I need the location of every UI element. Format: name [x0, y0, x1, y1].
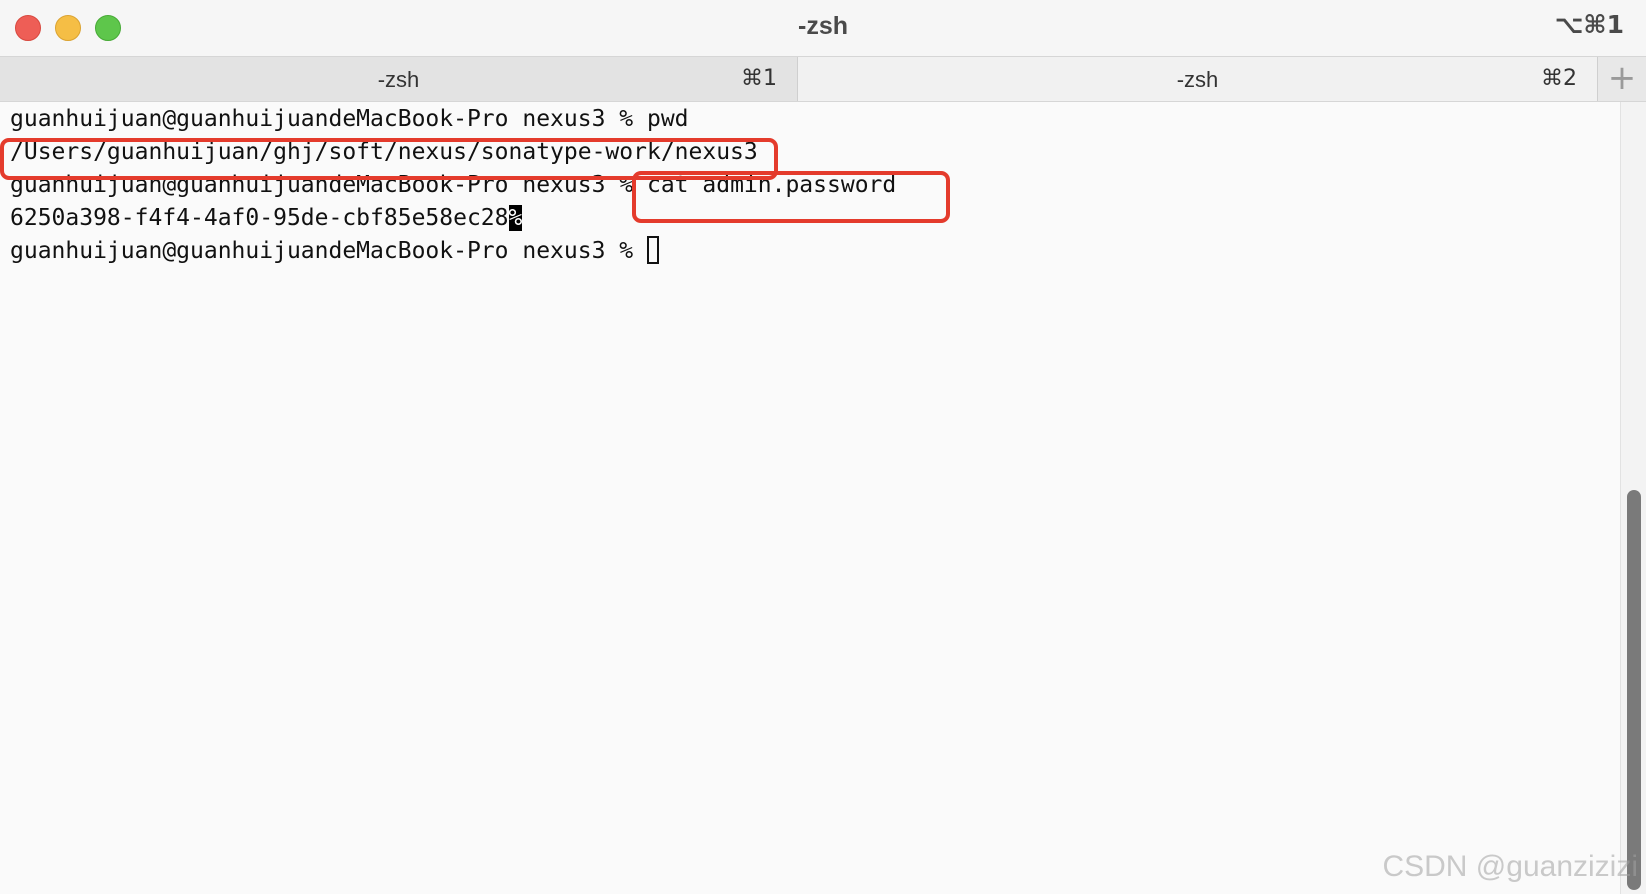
terminal-line: 6250a398-f4f4-4af0-95de-cbf85e58ec28%: [10, 201, 523, 235]
tab-label: -zsh: [1176, 67, 1219, 92]
scrollbar-thumb[interactable]: [1627, 490, 1641, 890]
tab-zsh-2[interactable]: -zsh ⌘2: [798, 57, 1598, 101]
window-title: -zsh: [798, 12, 848, 40]
window-shortcut: ⌥⌘1: [1554, 10, 1624, 39]
tab-zsh-1[interactable]: -zsh ⌘1: [0, 57, 798, 101]
tab-label: -zsh: [377, 67, 420, 92]
terminal-line: guanhuijuan@guanhuijuandeMacBook-Pro nex…: [10, 102, 689, 136]
title-bar[interactable]: -zsh ⌥⌘1: [0, 0, 1646, 56]
shell-prompt: guanhuijuan@guanhuijuandeMacBook-Pro nex…: [10, 238, 647, 264]
tab-bar: -zsh ⌘1 -zsh ⌘2 +: [0, 56, 1646, 102]
red-highlight-box-command: [632, 171, 950, 223]
terminal-output-area[interactable]: guanhuijuan@guanhuijuandeMacBook-Pro nex…: [0, 102, 1620, 894]
text-cursor: [646, 236, 659, 264]
new-tab-button[interactable]: +: [1598, 57, 1646, 101]
watermark: CSDN @guanzizizi: [1382, 850, 1638, 883]
command-output: 6250a398-f4f4-4af0-95de-cbf85e58ec28: [10, 205, 509, 231]
no-newline-marker: %: [508, 205, 523, 231]
terminal-line: guanhuijuan@guanhuijuandeMacBook-Pro nex…: [10, 234, 659, 268]
command-text: pwd: [646, 106, 689, 132]
shell-prompt: guanhuijuan@guanhuijuandeMacBook-Pro nex…: [10, 106, 647, 132]
vertical-scrollbar[interactable]: [1620, 102, 1646, 894]
tab-shortcut: ⌘2: [1541, 66, 1577, 91]
tab-shortcut: ⌘1: [741, 66, 777, 91]
terminal-window: -zsh ⌥⌘1 -zsh ⌘1 -zsh ⌘2 + guanhuijuan@g…: [0, 0, 1646, 894]
